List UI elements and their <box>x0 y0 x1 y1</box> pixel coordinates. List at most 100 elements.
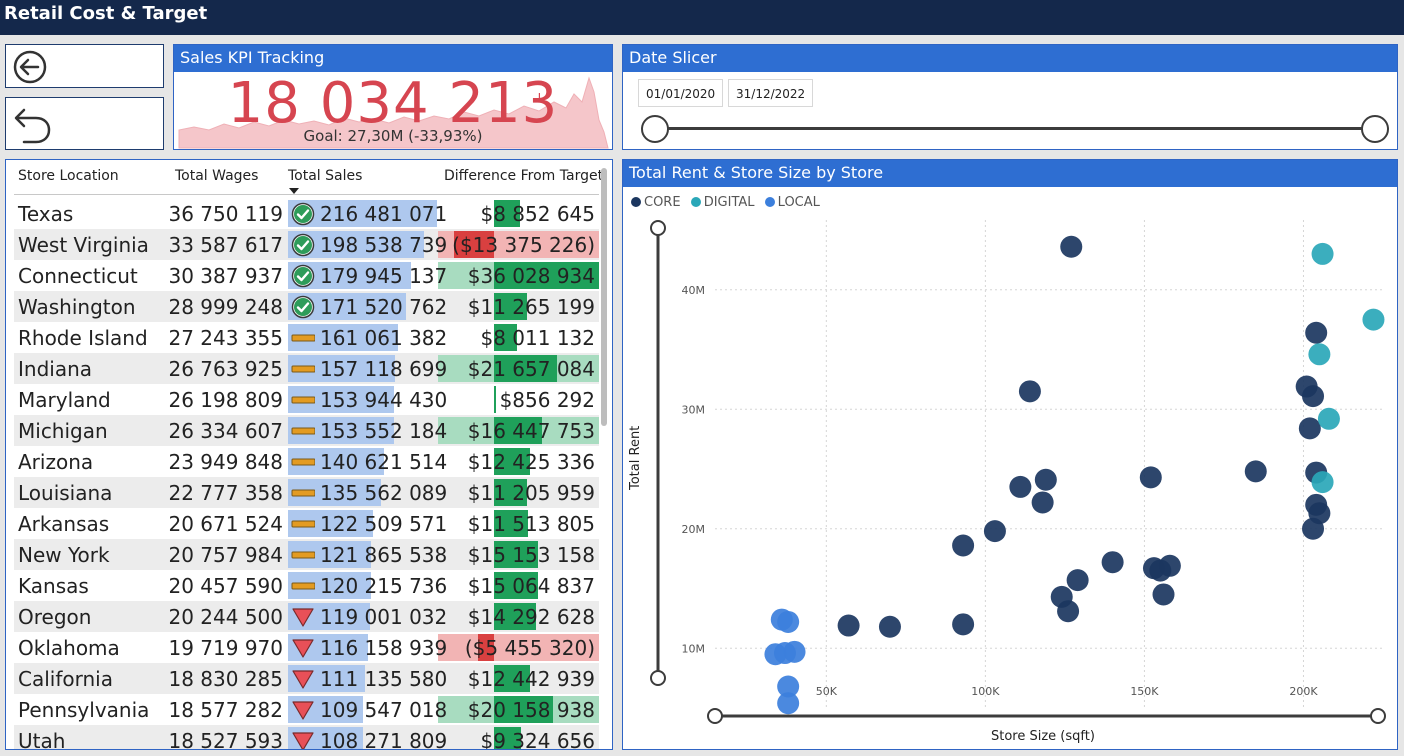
scatter-point-core[interactable] <box>1009 475 1032 498</box>
x-tick-label: 150K <box>1130 685 1159 698</box>
cell-difference: $11 265 199 <box>467 295 595 319</box>
table-row[interactable]: Indiana 26 763 925 157 118 699 $21 657 084 <box>14 353 599 384</box>
scatter-point-core[interactable] <box>1298 417 1321 440</box>
scatter-point-core[interactable] <box>952 534 975 557</box>
cell-wages: 22 777 358 <box>168 481 283 505</box>
undo-arrow-icon <box>14 108 51 144</box>
scatter-point-core[interactable] <box>1018 380 1041 403</box>
scatter-point-core[interactable] <box>1031 491 1054 514</box>
scatter-point-core[interactable] <box>837 614 860 637</box>
x-range-left-handle[interactable] <box>707 708 723 724</box>
scatter-point-core[interactable] <box>983 520 1006 543</box>
cell-difference: $16 447 753 <box>467 419 595 443</box>
start-date-input[interactable]: 01/01/2020 <box>638 79 724 107</box>
scatter-point-digital[interactable] <box>1311 471 1334 494</box>
table-row[interactable]: Oklahoma 19 719 970 116 158 939 ($5 455 320… <box>14 632 599 663</box>
scatter-point-core[interactable] <box>1305 321 1328 344</box>
x-axis-label: Store Size (sqft) <box>991 729 1095 744</box>
cell-sales: 161 061 382 <box>320 326 448 350</box>
cell-location: Washington <box>18 295 136 319</box>
table-row[interactable]: California 18 830 285 111 135 580 $12 442 9… <box>14 663 599 694</box>
cell-sales: 153 552 184 <box>320 419 448 443</box>
scatter-point-digital[interactable] <box>1311 242 1334 265</box>
y-range-top-handle[interactable] <box>650 220 666 236</box>
cell-difference: $15 064 837 <box>467 574 595 598</box>
scatter-point-local[interactable] <box>783 640 806 663</box>
kpi-status-mark: ! <box>537 91 542 105</box>
scatter-point-core[interactable] <box>1034 468 1057 491</box>
scatter-point-core[interactable] <box>1060 235 1083 258</box>
table-row[interactable]: Arizona 23 949 848 140 621 514 $12 425 336 <box>14 446 599 477</box>
cell-wages: 33 587 617 <box>168 233 283 257</box>
cell-difference: $856 292 <box>499 388 595 412</box>
end-date-input[interactable]: 31/12/2022 <box>728 79 814 107</box>
cell-sales: 171 520 762 <box>320 295 448 319</box>
table-row[interactable]: Kansas 20 457 590 120 215 736 $15 064 837 <box>14 570 599 601</box>
table-row[interactable]: Connecticut 30 387 937 179 945 137 $36 028 … <box>14 260 599 291</box>
scatter-point-core[interactable] <box>952 613 975 636</box>
cell-difference: $20 158 938 <box>467 698 595 722</box>
col-header-wages[interactable]: Total Wages <box>175 168 258 184</box>
table-row[interactable]: Louisiana 22 777 358 135 562 089 $11 205 95… <box>14 477 599 508</box>
table-row[interactable]: Washington 28 999 248 171 520 762 $11 265 1… <box>14 291 599 322</box>
scatter-point-core[interactable] <box>1057 600 1080 623</box>
table-row[interactable]: Utah 18 527 593 108 271 809 $9 324 656 <box>14 725 599 750</box>
kpi-card-title: Sales KPI Tracking <box>174 45 612 72</box>
col-header-difference[interactable]: Difference From Target <box>444 168 603 184</box>
table-row[interactable]: New York 20 757 984 121 865 538 $15 153 158 <box>14 539 599 570</box>
table-row[interactable]: Pennsylvania 18 577 282 109 547 018 $20 158… <box>14 694 599 725</box>
scatter-point-digital[interactable] <box>1308 343 1331 366</box>
cell-location: Kansas <box>18 574 89 598</box>
x-range-right-handle[interactable] <box>1370 708 1386 724</box>
scatter-point-core[interactable] <box>1139 466 1162 489</box>
scatter-point-digital[interactable] <box>1317 407 1340 430</box>
cell-location: California <box>18 667 113 691</box>
date-slider-track[interactable] <box>653 127 1375 130</box>
col-header-location[interactable]: Store Location <box>18 168 119 184</box>
table-row[interactable]: Oregon 20 244 500 119 001 032 $14 292 628 <box>14 601 599 632</box>
table-row[interactable]: Michigan 26 334 607 153 552 184 $16 447 753 <box>14 415 599 446</box>
date-slider-end-handle[interactable] <box>1361 115 1389 143</box>
cell-difference: $12 442 939 <box>467 667 595 691</box>
down-triangle-icon <box>292 639 314 658</box>
scatter-point-core[interactable] <box>878 615 901 638</box>
scatter-point-core[interactable] <box>1244 460 1267 483</box>
cell-difference: $9 324 656 <box>480 729 595 750</box>
table-row[interactable]: Maryland 26 198 809 153 944 430 $856 292 <box>14 384 599 415</box>
cell-location: Arkansas <box>18 512 110 536</box>
cell-location: Indiana <box>18 357 93 381</box>
scatter-point-core[interactable] <box>1302 517 1325 540</box>
undo-button[interactable] <box>5 97 164 150</box>
table-row[interactable]: Texas 36 750 119 216 481 071 $8 852 645 <box>14 198 599 229</box>
neutral-bar-icon <box>291 427 315 435</box>
cell-sales: 157 118 699 <box>320 357 448 381</box>
scatter-point-local[interactable] <box>777 610 800 633</box>
back-button[interactable] <box>5 44 164 88</box>
date-slider-start-handle[interactable] <box>641 115 669 143</box>
cell-location: Connecticut <box>18 264 138 288</box>
cell-location: Oklahoma <box>18 636 120 660</box>
table-row[interactable]: Rhode Island 27 243 355 161 061 382 $8 011 … <box>14 322 599 353</box>
scatter-point-local[interactable] <box>777 692 800 715</box>
scatter-point-core[interactable] <box>1158 554 1181 577</box>
date-slicer-card: Date Slicer 01/01/2020 31/12/2022 <box>622 44 1398 150</box>
cell-wages: 26 763 925 <box>168 357 283 381</box>
scatter-point-core[interactable] <box>1066 569 1089 592</box>
table-scrollbar[interactable] <box>601 168 607 426</box>
sales-kpi-card: Sales KPI Tracking 18 034 213 ! Goal: 27… <box>173 44 613 150</box>
scatter-title: Total Rent & Store Size by Store <box>623 160 1397 187</box>
col-header-sales[interactable]: Total Sales <box>288 168 362 184</box>
scatter-point-core[interactable] <box>1101 551 1124 574</box>
scatter-point-core[interactable] <box>1152 583 1175 606</box>
scatter-point-core[interactable] <box>1302 385 1325 408</box>
table-row[interactable]: West Virginia 33 587 617 198 538 739 ($13 3… <box>14 229 599 260</box>
x-tick-label: 200K <box>1289 685 1318 698</box>
scatter-point-digital[interactable] <box>1362 308 1385 331</box>
check-circle-icon <box>291 295 315 319</box>
table-row[interactable]: Arkansas 20 671 524 122 509 571 $11 513 805 <box>14 508 599 539</box>
down-triangle-icon <box>292 608 314 627</box>
cell-sales: 108 271 809 <box>320 729 448 750</box>
neutral-bar-icon <box>291 520 315 528</box>
y-range-bottom-handle[interactable] <box>650 670 666 686</box>
cell-sales: 120 215 736 <box>320 574 448 598</box>
